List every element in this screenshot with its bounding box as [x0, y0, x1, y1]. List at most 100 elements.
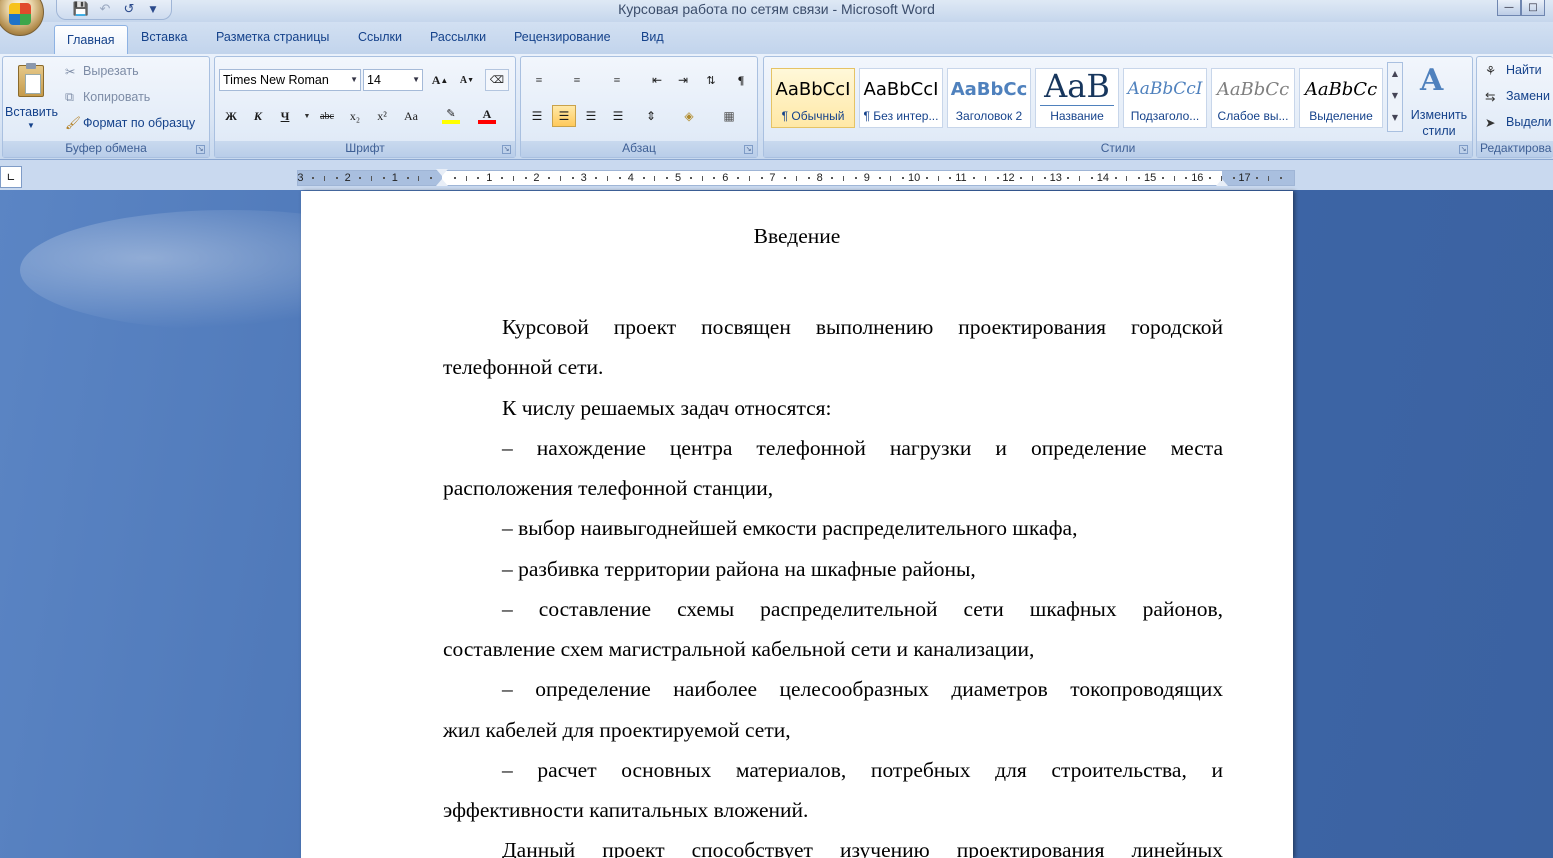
cut-button[interactable]: Вырезать	[83, 64, 139, 78]
dialog-launcher-icon[interactable]: ↘	[1459, 145, 1468, 154]
hanging-indent-marker[interactable]	[436, 179, 448, 186]
style-title[interactable]: AaB Название	[1035, 68, 1119, 128]
find-button[interactable]: Найти	[1506, 63, 1542, 77]
tab-mailings[interactable]: Рассылки	[430, 30, 486, 44]
ruler-number: 12	[1002, 172, 1015, 184]
align-left-icon[interactable]: ☰	[525, 105, 549, 127]
scroll-up-icon[interactable]: ▲	[1388, 63, 1402, 85]
font-size-combo[interactable]: 14 ▼	[363, 69, 423, 91]
scroll-down-icon[interactable]: ▼	[1388, 85, 1402, 107]
tab-insert[interactable]: Вставка	[141, 30, 187, 44]
multilevel-list-icon[interactable]: ≡	[605, 69, 629, 91]
copy-button[interactable]: Копировать	[83, 90, 150, 104]
highlight-button[interactable]: ✎	[439, 105, 463, 127]
style-name: Выделение	[1309, 109, 1373, 123]
minimize-icon[interactable]: —	[1497, 0, 1521, 16]
underline-button[interactable]: Ч	[273, 105, 297, 127]
ruler-tick	[890, 176, 892, 181]
style-preview: AaBbCcI	[1127, 79, 1203, 99]
style-heading-2[interactable]: AaBbCc Заголовок 2	[947, 68, 1031, 128]
style-normal[interactable]: AaBbCcI ¶ Обычный	[771, 68, 855, 128]
borders-icon[interactable]: ▦	[717, 105, 741, 127]
sort-icon[interactable]: ⇅	[699, 69, 723, 91]
more-styles-icon[interactable]: ▼	[1388, 107, 1402, 129]
italic-button[interactable]: К	[246, 105, 270, 127]
ruler-tick	[843, 176, 845, 181]
ruler-tick	[1043, 177, 1046, 179]
clipboard-icon	[18, 63, 44, 97]
ruler-tick	[1126, 176, 1128, 181]
bullets-icon[interactable]: ≡	[527, 69, 551, 91]
ruler-number: 8	[816, 172, 823, 184]
right-indent-marker[interactable]	[1216, 179, 1228, 186]
font-group-label: Шрифт	[215, 141, 515, 157]
style-preview: AaBbCc	[1216, 79, 1290, 100]
style-name: ¶ Обычный	[781, 109, 845, 123]
dialog-launcher-icon[interactable]: ↘	[196, 145, 205, 154]
tab-home[interactable]: Главная	[54, 25, 128, 54]
doc-line: К числу решаемых задач относятся:	[502, 396, 832, 420]
left-tab-icon: ∟	[6, 170, 16, 184]
bold-button[interactable]: Ж	[219, 105, 243, 127]
ruler-tick	[406, 177, 409, 179]
change-case-button[interactable]: Aa	[399, 105, 423, 127]
style-preview: AaBbCcI	[775, 79, 851, 100]
shrink-font-button[interactable]: A ▼	[455, 69, 479, 91]
show-marks-icon[interactable]: ¶	[729, 69, 753, 91]
line-spacing-icon[interactable]: ⇕	[639, 105, 663, 127]
format-painter-button[interactable]: Формат по образцу	[83, 116, 195, 130]
style-no-spacing[interactable]: AaBbCcI ¶ Без интер...	[859, 68, 943, 128]
format-painter-icon: 🖌	[65, 116, 81, 130]
paste-button[interactable]: Вставить ▼	[5, 61, 58, 139]
justify-icon[interactable]: ☰	[606, 105, 630, 127]
tab-view[interactable]: Вид	[641, 30, 664, 44]
ruler-tick	[619, 177, 621, 179]
change-styles-button[interactable]: A Изменить стили	[1406, 61, 1468, 139]
styles-scroll[interactable]: ▲ ▼ ▼	[1387, 62, 1403, 132]
decrease-indent-icon[interactable]: ⇤	[645, 69, 669, 91]
document-heading: Введение	[753, 224, 841, 248]
paragraph-group-label: Абзац	[521, 141, 757, 157]
increase-indent-icon[interactable]: ⇥	[671, 69, 695, 91]
strikethrough-button[interactable]: abc	[315, 105, 339, 127]
ruler-number: 5	[675, 172, 682, 184]
font-name-value: Times New Roman	[223, 73, 329, 87]
align-center-icon[interactable]: ☰	[552, 105, 576, 127]
clear-formatting-button[interactable]: ⌫	[485, 69, 509, 91]
align-right-icon[interactable]: ☰	[579, 105, 603, 127]
change-styles-label: Изменить стили	[1410, 108, 1468, 138]
dialog-launcher-icon[interactable]: ↘	[502, 145, 511, 154]
tab-review[interactable]: Рецензирование	[514, 30, 611, 44]
document-page[interactable]: Введение Курсовой проект посвящен выполн…	[301, 191, 1293, 858]
first-line-indent-marker[interactable]	[436, 169, 448, 176]
horizontal-ruler[interactable]: 3 2 1 1 2 3 4 5 6 7 8 9 10 11 12 13 14 15 16 17	[297, 169, 1295, 186]
style-subtitle[interactable]: AaBbCcI Подзаголо...	[1123, 68, 1207, 128]
subscript-button[interactable]: x₂	[343, 105, 367, 127]
ruler-tick	[902, 177, 905, 179]
shading-icon[interactable]: ◈	[677, 105, 701, 127]
tab-selector[interactable]: ∟	[0, 166, 22, 188]
numbering-icon[interactable]: ≡	[565, 69, 589, 91]
ruler-number: 11	[955, 172, 967, 184]
replace-button[interactable]: Замени	[1506, 89, 1550, 103]
select-button[interactable]: Выдели	[1506, 115, 1551, 129]
tab-page-layout[interactable]: Разметка страницы	[216, 30, 329, 44]
dialog-launcher-icon[interactable]: ↘	[744, 145, 753, 154]
paragraph-group: ≡ ≡ ≡ ⇤ ⇥ ⇅ ¶ ☰ ☰ ☰ ☰ ⇕ ◈ ▦ Абзац ↘	[520, 56, 758, 158]
grow-font-button[interactable]: A ▲	[428, 69, 452, 91]
chevron-down-icon: ▼	[27, 121, 35, 130]
ruler-tick	[1161, 177, 1164, 179]
superscript-button[interactable]: x²	[370, 105, 394, 127]
ruler-tick	[748, 176, 750, 181]
doc-line: Курсовой проект посвящен выполнению прое…	[502, 315, 1223, 339]
maximize-icon[interactable]: □	[1521, 0, 1545, 16]
font-name-combo[interactable]: Times New Roman ▼	[219, 69, 361, 91]
font-color-button[interactable]: A	[475, 105, 499, 127]
ruler-tick	[666, 177, 669, 179]
style-subtle-emphasis[interactable]: AaBbCc Слабое вы...	[1211, 68, 1295, 128]
doc-line: Данный проект способствует изучению прое…	[502, 838, 1223, 858]
copy-icon: ⧉	[65, 90, 74, 104]
tab-references[interactable]: Ссылки	[358, 30, 402, 44]
style-emphasis[interactable]: AaBbCc Выделение	[1299, 68, 1383, 128]
ruler-number: 15	[1144, 172, 1157, 184]
